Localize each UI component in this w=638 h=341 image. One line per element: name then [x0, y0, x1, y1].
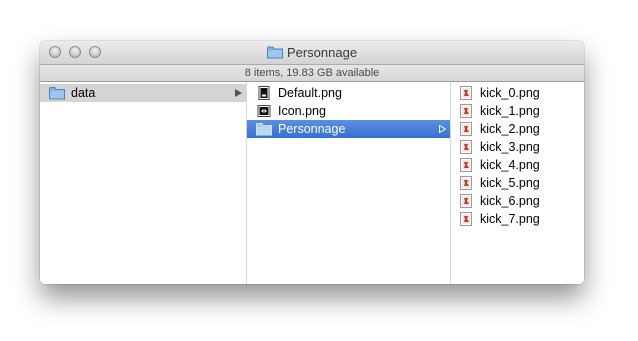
folder-icon	[256, 122, 272, 136]
folder-icon	[266, 46, 283, 59]
window-title-group: Personnage	[40, 41, 584, 64]
list-item-label: Personnage	[278, 122, 346, 136]
image-file-icon	[458, 158, 474, 172]
status-text: 8 items, 19.83 GB available	[244, 67, 380, 79]
list-item-label: Icon.png	[278, 104, 326, 118]
status-bar: 8 items, 19.83 GB available	[40, 64, 584, 82]
list-item-kick-0[interactable]: kick_0.png	[451, 84, 584, 102]
png-file-icon	[256, 104, 272, 118]
list-item-label: kick_4.png	[480, 158, 540, 172]
list-item-kick-3[interactable]: kick_3.png	[451, 138, 584, 156]
list-item-label: kick_3.png	[480, 140, 540, 154]
list-item-kick-6[interactable]: kick_6.png	[451, 192, 584, 210]
list-item-label: data	[71, 86, 96, 100]
image-file-icon	[458, 140, 474, 154]
image-file-icon	[458, 86, 474, 100]
column-2[interactable]: Default.png Icon.png Personnage	[247, 82, 451, 284]
list-item-label: Default.png	[278, 86, 342, 100]
folder-icon	[49, 86, 65, 100]
list-item-kick-1[interactable]: kick_1.png	[451, 102, 584, 120]
image-file-icon	[458, 194, 474, 208]
list-item-data[interactable]: data	[40, 84, 246, 102]
list-item-label: kick_5.png	[480, 176, 540, 190]
png-file-icon	[256, 86, 272, 100]
list-item-kick-7[interactable]: kick_7.png	[451, 210, 584, 228]
image-file-icon	[458, 122, 474, 136]
image-file-icon	[458, 104, 474, 118]
disclosure-triangle-icon	[235, 84, 242, 102]
image-file-icon	[458, 212, 474, 226]
window-title: Personnage	[286, 45, 358, 60]
list-item-kick-2[interactable]: kick_2.png	[451, 120, 584, 138]
list-item-kick-5[interactable]: kick_5.png	[451, 174, 584, 192]
disclosure-triangle-icon	[439, 120, 446, 138]
image-file-icon	[458, 176, 474, 190]
list-item-default-png[interactable]: Default.png	[247, 84, 450, 102]
column-1[interactable]: data	[40, 82, 247, 284]
list-item-label: kick_6.png	[480, 194, 540, 208]
column-3[interactable]: kick_0.png kick_1.png kick_2.png kick_3.…	[451, 82, 584, 284]
list-item-label: kick_7.png	[480, 212, 540, 226]
list-item-label: kick_0.png	[480, 86, 540, 100]
desktop-background: Personnage 8 items, 19.83 GB available d…	[0, 0, 638, 341]
finder-window: Personnage 8 items, 19.83 GB available d…	[40, 41, 584, 284]
list-item-kick-4[interactable]: kick_4.png	[451, 156, 584, 174]
list-item-personnage[interactable]: Personnage	[247, 120, 450, 138]
list-item-icon-png[interactable]: Icon.png	[247, 102, 450, 120]
list-item-label: kick_2.png	[480, 122, 540, 136]
list-item-label: kick_1.png	[480, 104, 540, 118]
column-browser: data Default.png Icon.png Personnage kic…	[40, 82, 584, 284]
title-bar[interactable]: Personnage	[40, 41, 584, 64]
